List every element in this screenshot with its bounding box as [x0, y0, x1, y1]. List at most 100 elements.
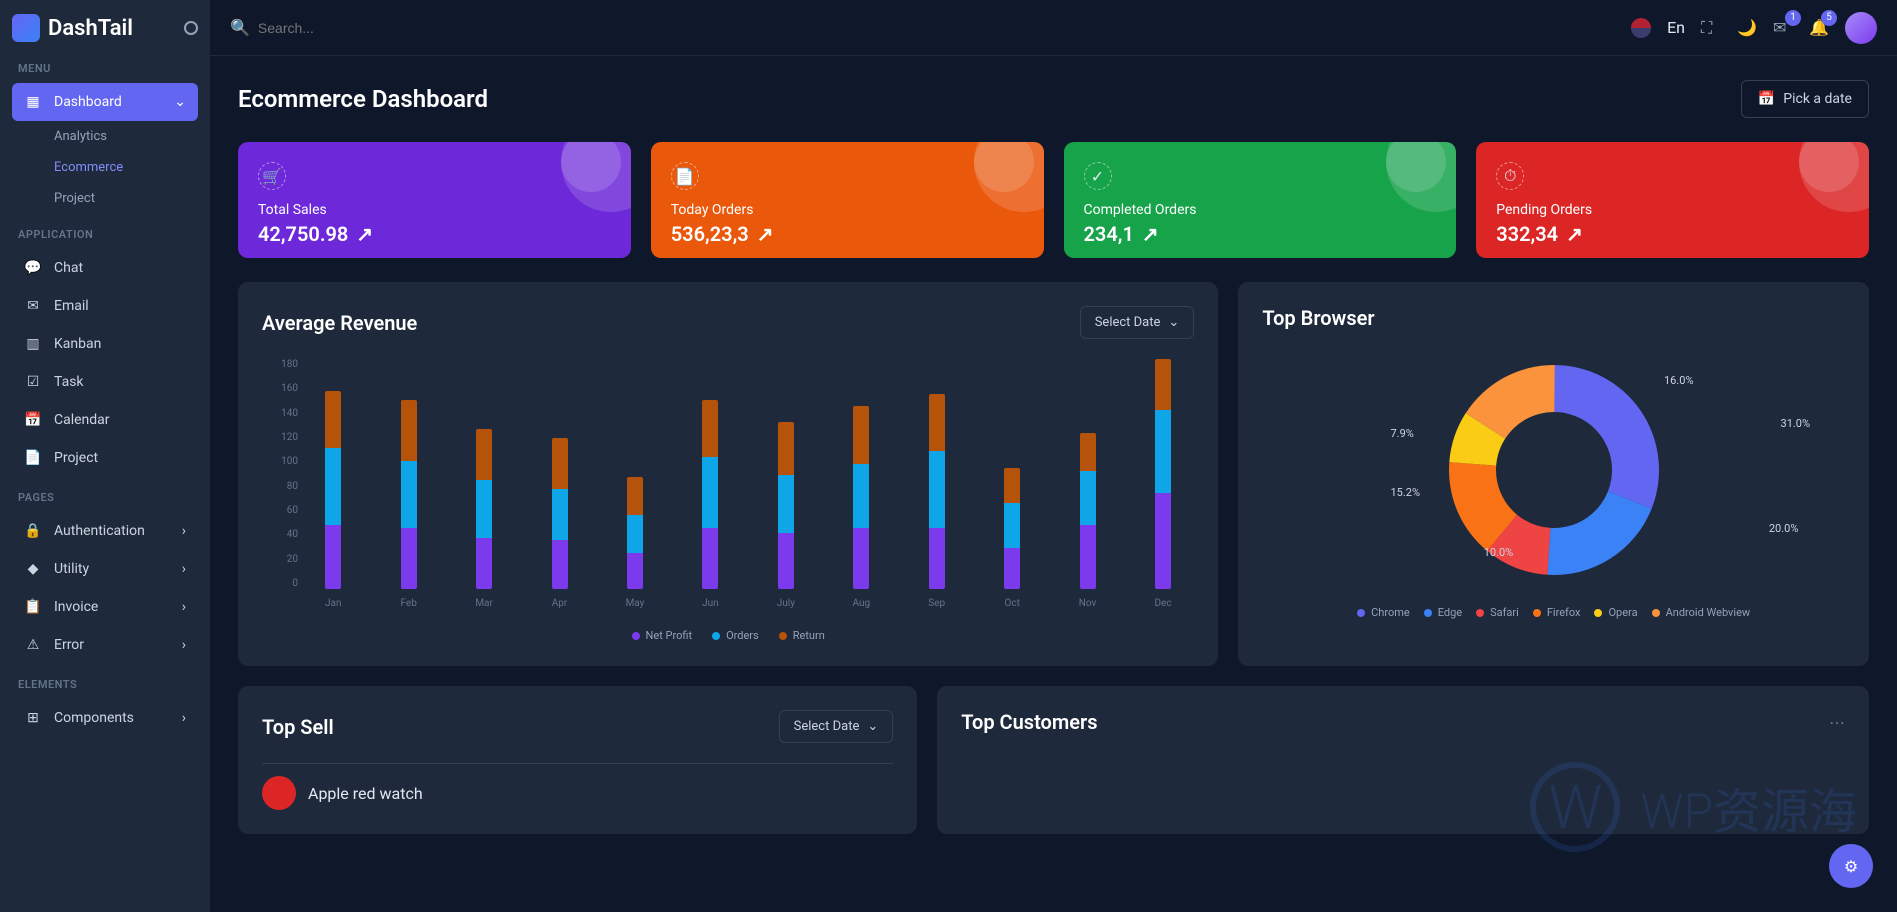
- sidebar-toggle-icon[interactable]: [184, 21, 198, 35]
- nav-chat[interactable]: 💬 Chat: [12, 249, 198, 287]
- sub-analytics[interactable]: Analytics: [12, 121, 198, 152]
- search[interactable]: 🔍: [230, 18, 1615, 37]
- donut-labels: 16.0% 31.0% 20.0% 10.0% 15.2% 7.9%: [1262, 350, 1845, 590]
- card-title: Top Customers: [961, 710, 1097, 734]
- fab-button[interactable]: ⚙: [1829, 844, 1873, 888]
- legend-item: Safari: [1476, 606, 1519, 619]
- mail-badge: 1: [1785, 10, 1801, 26]
- legend-label: Safari: [1490, 606, 1519, 619]
- section-menu: MENU: [18, 62, 192, 75]
- nav-label: Task: [54, 374, 84, 390]
- stat-pending-orders: ⏱ Pending Orders 332,34 ↗: [1476, 142, 1869, 258]
- section-elements: ELEMENTS: [18, 678, 192, 691]
- revenue-legend: Net Profit Orders Return: [262, 629, 1194, 642]
- pct-label: 15.2%: [1391, 486, 1421, 499]
- project-icon: 📄: [24, 449, 42, 467]
- chevron-down-icon: ⌄: [867, 719, 878, 734]
- section-pages: PAGES: [18, 491, 192, 504]
- legend-item: Return: [779, 629, 825, 642]
- select-date-button[interactable]: Select Date ⌄: [1080, 306, 1195, 339]
- fullscreen-icon[interactable]: ⛶: [1701, 18, 1721, 38]
- legend-label: Chrome: [1371, 606, 1410, 619]
- pick-date-button[interactable]: 📅 Pick a date: [1741, 80, 1869, 118]
- pct-label: 7.9%: [1391, 427, 1414, 440]
- topbar: 🔍 En ⛶ 🌙 ✉ 1 🔔 5: [210, 0, 1897, 56]
- card-head: Top Browser: [1262, 306, 1845, 330]
- trend-up-icon: ↗: [1566, 222, 1583, 246]
- trend-up-icon: ↗: [1142, 222, 1159, 246]
- mail-icon[interactable]: ✉ 1: [1773, 18, 1793, 38]
- legend-label: Android Webview: [1666, 606, 1751, 619]
- clock-icon: ⏱: [1496, 162, 1524, 190]
- nav-utility[interactable]: ◆ Utility ›: [12, 550, 198, 588]
- nav-dashboard[interactable]: ▦ Dashboard ⌄: [12, 83, 198, 121]
- select-date-button[interactable]: Select Date ⌄: [779, 710, 894, 743]
- avatar[interactable]: [1845, 12, 1877, 44]
- legend-label: Firefox: [1547, 606, 1581, 619]
- logo[interactable]: DashTail: [12, 14, 198, 42]
- browser-card: Top Browser 16.0% 31.0% 20.0% 10.0% 15.2…: [1238, 282, 1869, 666]
- dashboard-icon: ▦: [24, 93, 42, 111]
- nav-label: Dashboard: [54, 94, 122, 110]
- legend-label: Edge: [1438, 606, 1462, 619]
- donut-chart: 16.0% 31.0% 20.0% 10.0% 15.2% 7.9%: [1262, 350, 1845, 590]
- stat-label: Today Orders: [671, 202, 1024, 218]
- list-item[interactable]: Apple red watch: [262, 763, 893, 810]
- card-head: Top Customers ⋯: [961, 710, 1845, 734]
- select-date-label: Select Date: [1095, 315, 1161, 330]
- legend-label: Orders: [726, 629, 759, 642]
- nav-label: Authentication: [54, 523, 145, 539]
- theme-icon[interactable]: 🌙: [1737, 18, 1757, 38]
- email-icon: ✉: [24, 297, 42, 315]
- legend-item: Firefox: [1533, 606, 1581, 619]
- settings-icon: ⚙: [1844, 857, 1858, 876]
- more-icon[interactable]: ⋯: [1829, 713, 1845, 732]
- search-icon: 🔍: [230, 18, 250, 37]
- lock-icon: 🔒: [24, 522, 42, 540]
- chevron-down-icon: ⌄: [174, 94, 186, 110]
- bell-badge: 5: [1821, 10, 1837, 26]
- pct-label: 20.0%: [1769, 522, 1799, 535]
- chevron-right-icon: ›: [182, 599, 186, 615]
- nav-invoice[interactable]: 📋 Invoice ›: [12, 588, 198, 626]
- customers-card: Top Customers ⋯: [937, 686, 1869, 834]
- kanban-icon: ▥: [24, 335, 42, 353]
- topsell-card: Top Sell Select Date ⌄ Apple red watch: [238, 686, 917, 834]
- nav-project[interactable]: 📄 Project: [12, 439, 198, 477]
- nav-kanban[interactable]: ▥ Kanban: [12, 325, 198, 363]
- chevron-right-icon: ›: [182, 637, 186, 653]
- nav-authentication[interactable]: 🔒 Authentication ›: [12, 512, 198, 550]
- nav-label: Error: [54, 637, 84, 653]
- nav-calendar[interactable]: 📅 Calendar: [12, 401, 198, 439]
- nav-error[interactable]: ⚠ Error ›: [12, 626, 198, 664]
- legend-item: Chrome: [1357, 606, 1410, 619]
- utility-icon: ◆: [24, 560, 42, 578]
- flag-icon[interactable]: [1631, 18, 1651, 38]
- chevron-right-icon: ›: [182, 523, 186, 539]
- y-axis: 180160140120100806040200: [262, 359, 298, 589]
- nav-label: Chat: [54, 260, 83, 276]
- nav-label: Email: [54, 298, 89, 314]
- page-head: Ecommerce Dashboard 📅 Pick a date: [238, 80, 1869, 118]
- x-axis: JanFebMarAprMayJunJulyAugSepOctNovDec: [302, 598, 1194, 609]
- pct-label: 31.0%: [1781, 417, 1811, 430]
- search-input[interactable]: [258, 20, 439, 36]
- legend-label: Return: [793, 629, 825, 642]
- nav-email[interactable]: ✉ Email: [12, 287, 198, 325]
- lang-label[interactable]: En: [1667, 18, 1685, 37]
- product-thumb: [262, 776, 296, 810]
- stat-completed-orders: ✓ Completed Orders 234,1 ↗: [1064, 142, 1457, 258]
- nav-label: Calendar: [54, 412, 110, 428]
- sub-ecommerce[interactable]: Ecommerce: [12, 152, 198, 183]
- legend-item: Android Webview: [1652, 606, 1751, 619]
- legend-label: Opera: [1608, 606, 1637, 619]
- stat-value: 536,23,3: [671, 222, 749, 246]
- sub-project[interactable]: Project: [12, 183, 198, 214]
- nav-components[interactable]: ⊞ Components ›: [12, 699, 198, 737]
- bell-icon[interactable]: 🔔 5: [1809, 18, 1829, 38]
- revenue-chart: 180160140120100806040200 JanFebMarAprMay…: [262, 359, 1194, 619]
- trend-up-icon: ↗: [356, 222, 373, 246]
- nav-task[interactable]: ☑ Task: [12, 363, 198, 401]
- calendar-icon: 📅: [24, 411, 42, 429]
- content: Ecommerce Dashboard 📅 Pick a date 🛒 Tota…: [210, 56, 1897, 912]
